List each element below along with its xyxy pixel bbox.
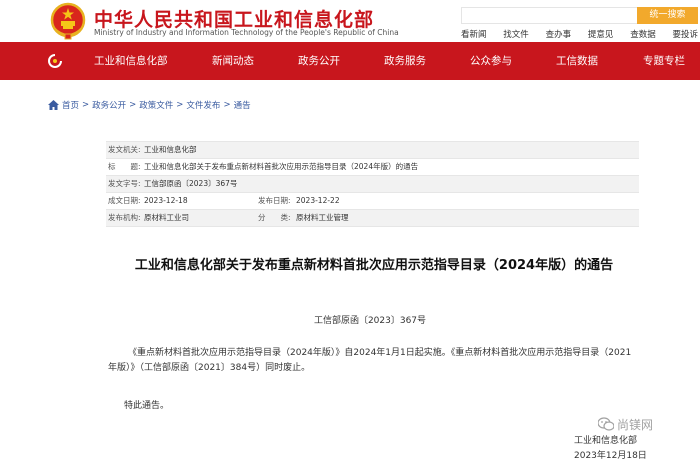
article-title: 工业和信息化部关于发布重点新材料首批次应用示范指导目录（2024年版）的通告: [134, 258, 614, 273]
meta-doc-no-value: 工信部原函〔2023〕367号: [144, 179, 238, 188]
meta-title-label: 标 题:: [108, 162, 141, 171]
meta-row-doc-no: 发文字号: 工信部原函〔2023〕367号: [106, 176, 639, 193]
breadcrumb-notice[interactable]: 通告: [234, 99, 251, 111]
meta-created-label: 成文日期:: [108, 196, 141, 205]
quick-link-news[interactable]: 看新闻: [461, 28, 487, 40]
quick-link-feedback[interactable]: 提意见: [588, 28, 614, 40]
meta-issuer-label: 发文机关:: [108, 145, 141, 154]
meta-created-value: 2023-12-18: [144, 196, 188, 205]
unified-search-button[interactable]: 统一搜索: [637, 7, 698, 24]
meta-published-value: 2023-12-22: [296, 196, 340, 205]
meta-dept-value: 原材料工业司: [144, 213, 189, 222]
nav-item-news[interactable]: 新闻动态: [212, 42, 254, 80]
meta-category-label: 分 类:: [258, 213, 291, 222]
article-body: 《重点新材料首批次应用示范指导目录（2024年版）》自2024年1月1日起实施。…: [108, 348, 632, 373]
quick-link-data[interactable]: 查数据: [630, 28, 656, 40]
meta-title-value: 工业和信息化部关于发布重点新材料首批次应用示范指导目录（2024年版）的通告: [144, 162, 419, 171]
quick-link-complaint[interactable]: 要投诉: [672, 28, 698, 40]
quick-link-files[interactable]: 找文件: [503, 28, 529, 40]
nav-item-data[interactable]: 工信数据: [556, 42, 598, 80]
breadcrumb-government-affairs[interactable]: 政务公开: [92, 99, 126, 111]
site-subtitle: Ministry of Industry and Information Tec…: [94, 28, 399, 37]
meta-row-title: 标 题: 工业和信息化部关于发布重点新材料首批次应用示范指导目录（2024年版）…: [106, 159, 639, 176]
nav-item-government-affairs[interactable]: 政务公开: [298, 42, 340, 80]
breadcrumb-separator: >: [223, 100, 231, 110]
document-meta-table: 发文机关: 工业和信息化部 标 题: 工业和信息化部关于发布重点新材料首批次应用…: [106, 141, 639, 227]
nav-item-government-services[interactable]: 政务服务: [384, 42, 426, 80]
home-icon: [48, 100, 59, 110]
meta-published-label: 发布日期:: [258, 196, 291, 205]
nav-item-ministry[interactable]: 工业和信息化部: [94, 42, 168, 80]
article-doc-number: 工信部原函〔2023〕367号: [313, 316, 427, 326]
signature-date: 2023年12月18日: [574, 451, 647, 460]
wechat-icon: [598, 417, 614, 431]
breadcrumb-home[interactable]: 首页: [62, 99, 79, 111]
watermark-text: 尚镁网: [617, 417, 654, 432]
main-nav: 工业和信息化部 新闻动态 政务公开 政务服务 公众参与 工信数据 专题专栏: [0, 42, 700, 80]
meta-dept-label: 发布机构:: [108, 213, 141, 222]
miit-logo-icon[interactable]: [48, 54, 62, 68]
article-notice: 特此通告。: [124, 401, 170, 411]
meta-issuer-value: 工业和信息化部: [144, 145, 197, 154]
meta-category-value: 原材料工业管理: [296, 213, 349, 222]
meta-row-dates: 成文日期: 2023-12-18 发布日期: 2023-12-22: [106, 193, 639, 210]
breadcrumb-policy-files[interactable]: 政策文件: [139, 99, 173, 111]
quick-links: 看新闻 找文件 查办事 提意见 查数据 要投诉: [461, 28, 698, 40]
breadcrumb-separator: >: [129, 100, 137, 110]
search-input[interactable]: [461, 7, 637, 24]
meta-row-dept: 发布机构: 原材料工业司 分 类: 原材料工业管理: [106, 210, 639, 227]
nav-item-special-topics[interactable]: 专题专栏: [643, 42, 685, 80]
breadcrumb-separator: >: [82, 100, 90, 110]
site-header: 中华人民共和国工业和信息化部 Ministry of Industry and …: [0, 0, 700, 42]
breadcrumb-separator: >: [176, 100, 184, 110]
meta-row-issuer: 发文机关: 工业和信息化部: [106, 142, 639, 159]
breadcrumb: 首页 > 政务公开 > 政策文件 > 文件发布 > 通告: [48, 99, 251, 111]
signature-organization: 工业和信息化部: [574, 436, 638, 446]
watermark: 尚镁网: [598, 414, 690, 434]
breadcrumb-file-release[interactable]: 文件发布: [186, 99, 220, 111]
quick-link-services[interactable]: 查办事: [546, 28, 572, 40]
meta-doc-no-label: 发文字号:: [108, 179, 141, 188]
nav-item-public-participation[interactable]: 公众参与: [470, 42, 512, 80]
national-emblem-icon: [50, 2, 86, 40]
